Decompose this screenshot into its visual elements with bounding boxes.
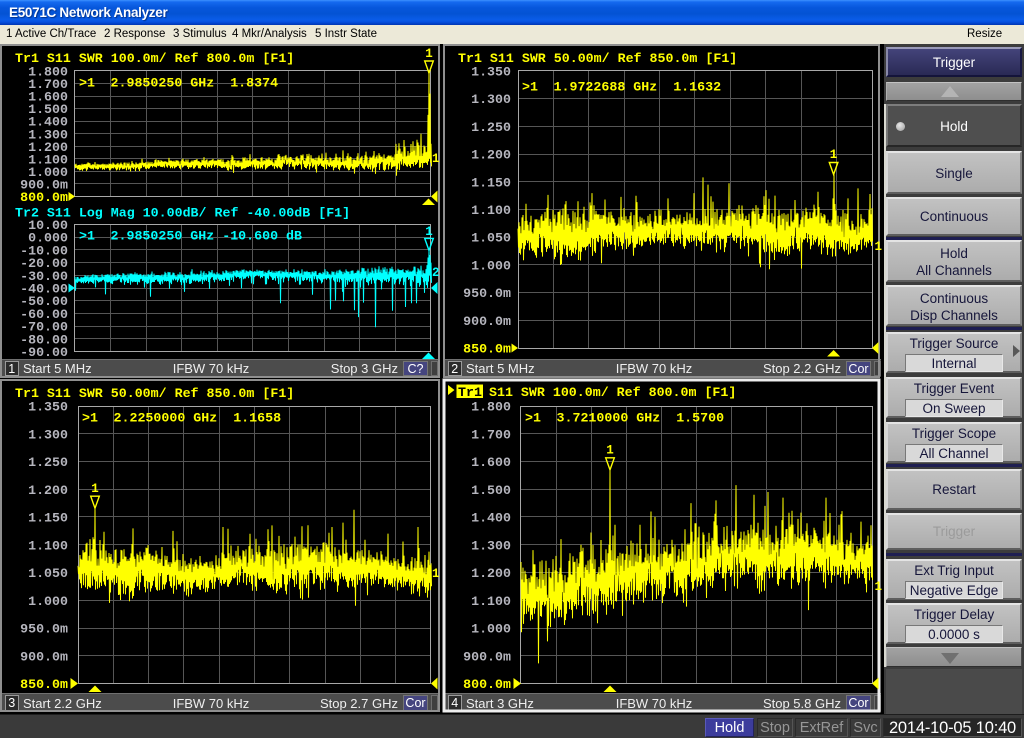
svg-text:1.400: 1.400 <box>471 511 511 526</box>
svg-text:1.000: 1.000 <box>471 622 511 637</box>
svg-text:1.350: 1.350 <box>28 400 68 415</box>
svg-text:1.200: 1.200 <box>471 566 511 581</box>
svg-text:900.0m: 900.0m <box>20 649 68 664</box>
svg-text:1.700: 1.700 <box>471 427 511 442</box>
svg-text:1.200: 1.200 <box>28 483 68 498</box>
svg-text:1.150: 1.150 <box>471 175 511 190</box>
svg-text:2.9850250 GHz 1.8374: 2.9850250 GHz 1.8374 <box>111 76 279 91</box>
svg-text:S11 SWR 100.0m/ Ref 800.0m [F1: S11 SWR 100.0m/ Ref 800.0m [F1] <box>489 385 736 400</box>
svg-text:850.0m: 850.0m <box>20 677 68 692</box>
svg-text:850.0m: 850.0m <box>463 342 511 357</box>
svg-text:1: 1 <box>425 225 433 239</box>
svg-text:1.000: 1.000 <box>471 258 511 273</box>
svg-text:1.100: 1.100 <box>471 203 511 218</box>
svg-text:1.250: 1.250 <box>471 120 511 135</box>
svg-text:>1: >1 <box>522 80 538 95</box>
svg-text:1: 1 <box>606 444 614 458</box>
svg-text:2.2250000 GHz 1.1658: 2.2250000 GHz 1.1658 <box>114 411 282 426</box>
svg-text:1.350: 1.350 <box>471 65 511 80</box>
svg-text:1: 1 <box>432 152 440 166</box>
svg-text:1.500: 1.500 <box>471 483 511 498</box>
svg-text:900.0m: 900.0m <box>463 314 511 329</box>
svg-text:1: 1 <box>875 580 883 594</box>
svg-text:800.0m: 800.0m <box>463 677 511 692</box>
svg-text:1.000: 1.000 <box>28 594 68 609</box>
svg-text:1.300: 1.300 <box>471 538 511 553</box>
svg-text:2.9850250 GHz -10.600 dB: 2.9850250 GHz -10.600 dB <box>111 229 303 244</box>
svg-text:1.150: 1.150 <box>28 511 68 526</box>
svg-text:Tr1: Tr1 <box>458 385 482 400</box>
svg-text:1: 1 <box>830 148 838 162</box>
svg-text:1: 1 <box>875 240 883 254</box>
svg-text:900.0m: 900.0m <box>463 649 511 664</box>
svg-text:800.0m: 800.0m <box>20 190 68 205</box>
svg-text:1.300: 1.300 <box>471 92 511 107</box>
svg-text:1.100: 1.100 <box>28 538 68 553</box>
svg-text:>1: >1 <box>79 76 95 91</box>
svg-text:2: 2 <box>432 266 440 280</box>
svg-text:1.100: 1.100 <box>471 594 511 609</box>
svg-text:1.9722688 GHz 1.1632: 1.9722688 GHz 1.1632 <box>554 80 722 95</box>
svg-text:>1: >1 <box>525 411 541 426</box>
svg-text:1.800: 1.800 <box>471 400 511 415</box>
svg-text:1.050: 1.050 <box>471 231 511 246</box>
svg-text:1.600: 1.600 <box>471 455 511 470</box>
svg-text:1: 1 <box>432 567 440 581</box>
svg-text:3.7210000 GHz 1.5700: 3.7210000 GHz 1.5700 <box>557 411 725 426</box>
svg-text:>1: >1 <box>82 411 98 426</box>
svg-text:>1: >1 <box>79 229 95 244</box>
svg-text:1: 1 <box>91 482 99 496</box>
svg-text:1.050: 1.050 <box>28 566 68 581</box>
svg-text:-90.00: -90.00 <box>20 345 68 360</box>
svg-text:1.250: 1.250 <box>28 455 68 470</box>
svg-text:1: 1 <box>425 47 433 61</box>
svg-text:1.200: 1.200 <box>471 148 511 163</box>
svg-text:950.0m: 950.0m <box>20 622 68 637</box>
svg-text:950.0m: 950.0m <box>463 286 511 301</box>
svg-text:1.300: 1.300 <box>28 427 68 442</box>
